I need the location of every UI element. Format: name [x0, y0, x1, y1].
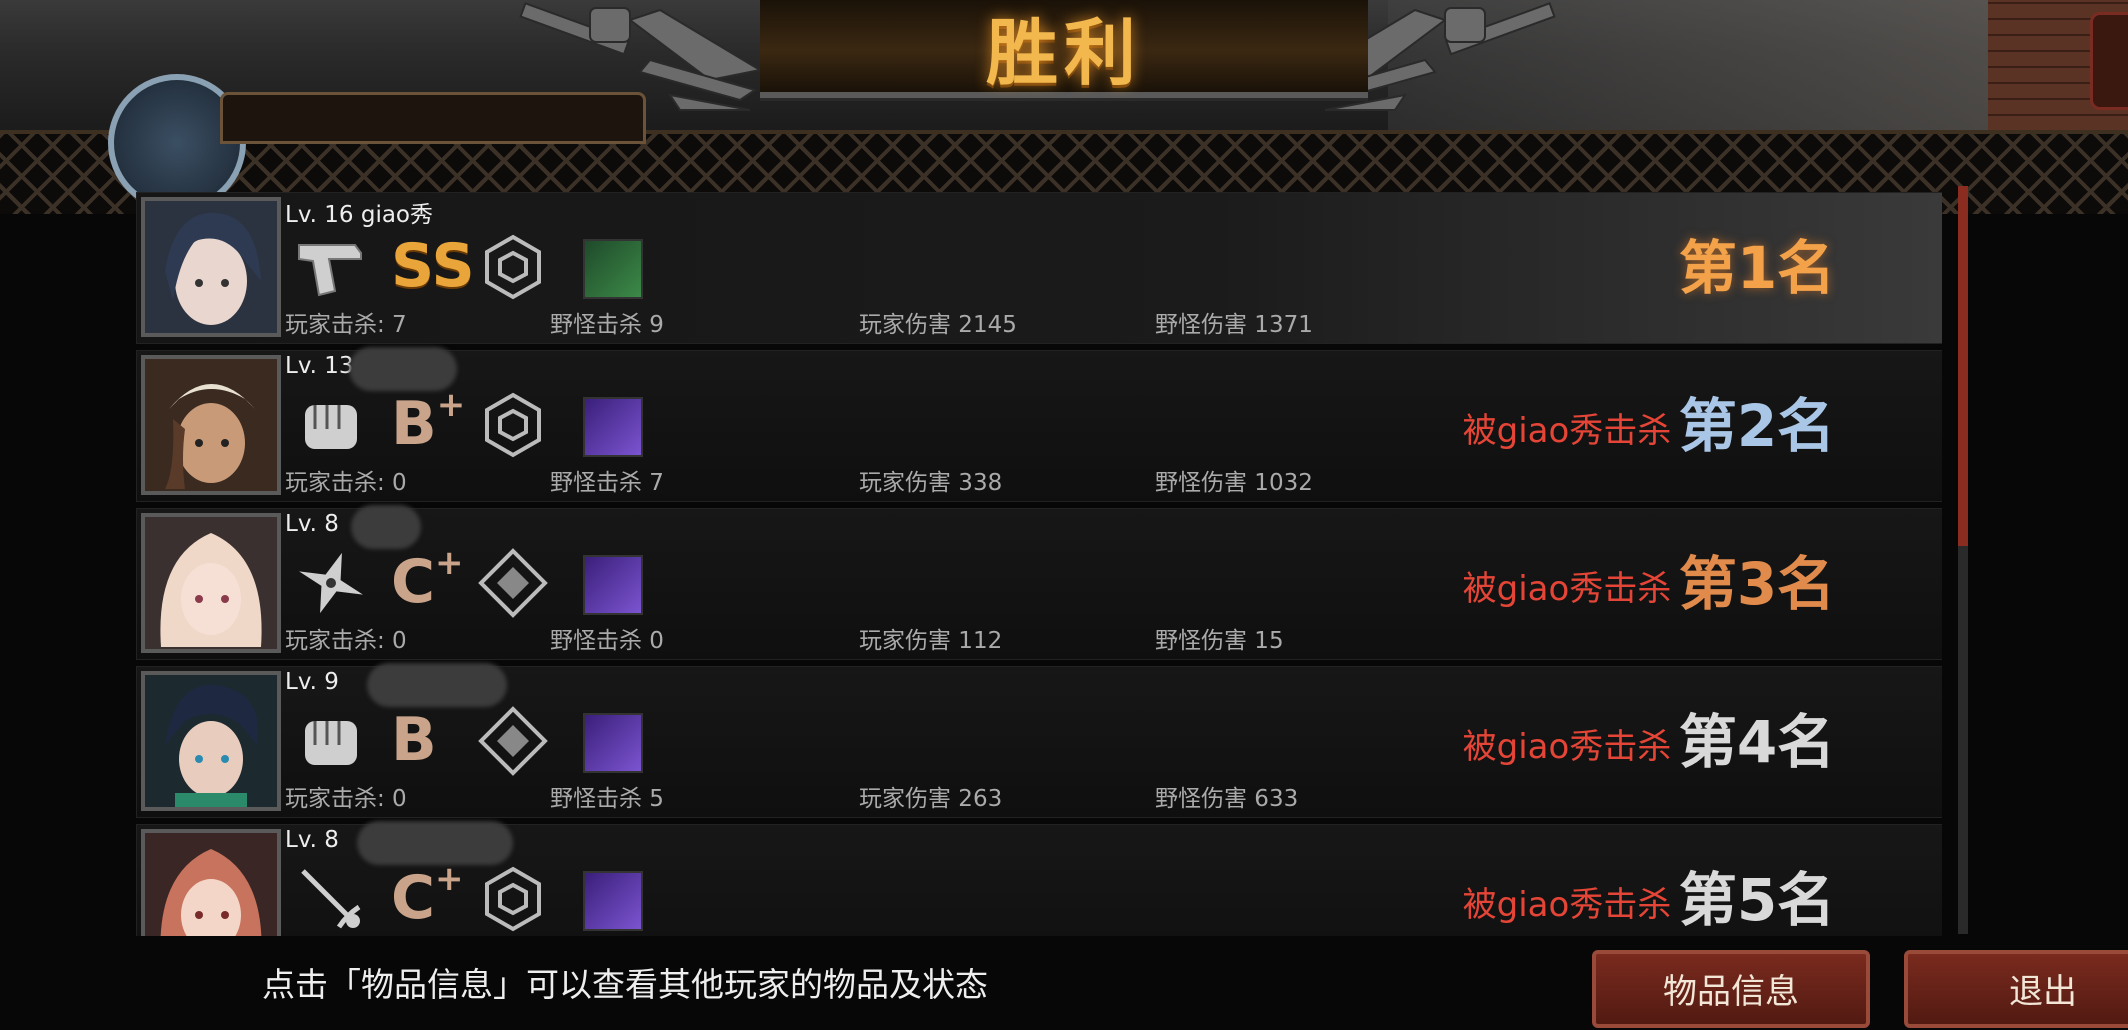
ranking-row: Lv. 13 B+ 玩家击杀: 0 野怪击杀 7 玩家伤害 338 野怪伤害 1… [136, 347, 1942, 502]
item-purple-icon[interactable] [583, 871, 643, 931]
monster-damage: 野怪伤害 633 [1155, 786, 1299, 812]
victory-banner: 胜利 [760, 0, 1368, 98]
character-portrait[interactable] [141, 355, 281, 495]
player-kills: 玩家击杀: 0 [285, 786, 407, 812]
monster-kills: 野怪击杀 9 [550, 312, 664, 338]
diamond-emblem-icon [478, 706, 548, 776]
hint-text: 点击「物品信息」可以查看其他玩家的物品及状态 [262, 965, 988, 1004]
rank-label: 第5名 [1678, 866, 1836, 934]
player-name-plate [220, 92, 646, 144]
hexagon-emblem-icon [485, 866, 541, 932]
ranking-row: Lv. 8 C+ 被giao秀击杀 第5名 [136, 821, 1942, 936]
grade-badge: C [391, 863, 436, 933]
character-portrait[interactable] [141, 197, 281, 337]
list-scrollbar[interactable] [1958, 186, 1968, 934]
monster-damage: 野怪伤害 1371 [1155, 312, 1313, 338]
player-damage: 玩家伤害 263 [859, 786, 1003, 812]
hexagon-emblem-icon [485, 392, 541, 458]
settings-button[interactable] [2090, 12, 2128, 110]
item-info-button[interactable]: 物品信息 [1592, 950, 1870, 1028]
grade-badge: C [391, 547, 436, 617]
player-level: Lv. 8 [285, 511, 339, 537]
scroll-thumb[interactable] [1958, 186, 1968, 546]
player-level: Lv. 16 [285, 202, 354, 228]
rapier-icon [301, 869, 361, 929]
player-kills: 玩家击杀: 0 [285, 628, 407, 654]
grade-badge: B [391, 705, 437, 775]
fist-icon [305, 405, 357, 449]
item-purple-icon[interactable] [583, 555, 643, 615]
item-green-icon[interactable] [583, 239, 643, 299]
rank-label: 第3名 [1678, 550, 1836, 618]
character-portrait[interactable] [141, 513, 281, 653]
monster-kills: 野怪击杀 7 [550, 470, 664, 496]
exit-button[interactable]: 退出 [1904, 950, 2128, 1028]
ranking-row: Lv. 8 C+ 玩家击杀: 0 野怪击杀 0 玩家伤害 112 野怪伤害 15… [136, 505, 1942, 660]
player-damage: 玩家伤害 112 [859, 628, 1003, 654]
player-level: Lv. 8 [285, 827, 339, 853]
ranking-list[interactable]: Lv. 16 giao秀 SS 玩家击杀: 7 野怪击杀 9 玩家伤害 2145… [136, 192, 1942, 936]
fist-icon [305, 721, 357, 765]
player-kills: 玩家击杀: 0 [285, 470, 407, 496]
monster-kills: 野怪击杀 0 [550, 628, 664, 654]
player-damage: 玩家伤害 338 [859, 470, 1003, 496]
rank-label: 第1名 [1678, 234, 1836, 302]
player-damage: 玩家伤害 2145 [859, 312, 1017, 338]
player-level: Lv. 13 [285, 353, 354, 379]
player-name: giao秀 [360, 202, 433, 228]
player-level: Lv. 9 [285, 669, 339, 695]
ranking-row: Lv. 9 B 玩家击杀: 0 野怪击杀 5 玩家伤害 263 野怪伤害 633… [136, 663, 1942, 818]
hexagon-emblem-icon [485, 234, 541, 300]
rank-label: 第4名 [1678, 708, 1836, 776]
page-title: 胜利 [985, 11, 1142, 95]
grade-badge: SS [391, 231, 475, 301]
item-purple-icon[interactable] [583, 397, 643, 457]
monster-damage: 野怪伤害 1032 [1155, 470, 1313, 496]
shuriken-icon [299, 552, 363, 614]
grade-plus: + [435, 859, 464, 899]
item-purple-icon[interactable] [583, 713, 643, 773]
ranking-row: Lv. 16 giao秀 SS 玩家击杀: 7 野怪击杀 9 玩家伤害 2145… [136, 192, 1942, 344]
grade-plus: + [435, 543, 464, 583]
grade-plus: + [436, 385, 466, 425]
monster-damage: 野怪伤害 15 [1155, 628, 1284, 654]
diamond-emblem-icon [478, 548, 548, 618]
character-portrait[interactable] [141, 829, 281, 936]
rank-label: 第2名 [1678, 392, 1836, 460]
character-portrait[interactable] [141, 671, 281, 811]
monster-kills: 野怪击杀 5 [550, 786, 664, 812]
player-kills: 玩家击杀: 7 [285, 312, 407, 338]
pistol-icon [298, 244, 362, 297]
grade-badge: B [391, 389, 437, 459]
